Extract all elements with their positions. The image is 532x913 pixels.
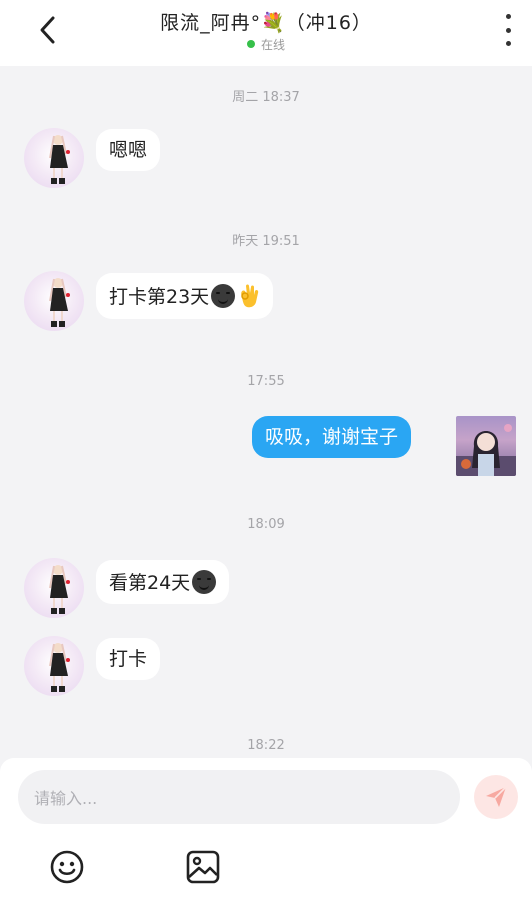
user-avatar[interactable]	[456, 416, 516, 476]
timestamp: 周二 18:37	[232, 90, 300, 105]
contact-avatar[interactable]	[24, 128, 84, 188]
anime-girl-avatar-icon	[49, 135, 70, 184]
message-text: 打卡	[109, 648, 148, 670]
message-text: 打卡第23天	[109, 286, 210, 308]
timestamp: 17:55	[247, 374, 285, 389]
anime-girl-avatar-icon	[456, 424, 516, 476]
chat-title: 限流_阿冉°💐（冲16）	[160, 12, 372, 34]
message-bubble-incoming[interactable]: 嗯嗯	[96, 129, 161, 171]
message-text: 嗯嗯	[109, 139, 148, 161]
message-text: 看第24天	[109, 572, 191, 594]
timestamp: 18:09	[247, 517, 285, 532]
chat-header: 限流_阿冉°💐（冲16） 在线	[0, 0, 532, 66]
dark-moon-face-emoji	[192, 570, 217, 594]
anime-girl-avatar-icon	[49, 278, 70, 327]
ok-hand-emoji	[241, 284, 259, 308]
anime-girl-avatar-icon	[49, 643, 70, 692]
message-input[interactable]: 请输入...	[18, 770, 460, 824]
message-list[interactable]: 周二 18:37 嗯嗯 昨天 19:51 打卡第23天 17:55 吸吸，谢谢宝…	[0, 66, 532, 758]
more-dot-icon	[505, 41, 511, 46]
timestamp: 昨天 19:51	[232, 234, 300, 249]
online-status: 在线	[0, 36, 532, 53]
more-dot-icon	[505, 14, 511, 19]
message-bubble-incoming[interactable]: 打卡	[96, 638, 161, 680]
timestamp: 18:22	[247, 738, 285, 753]
emoji-icon	[50, 850, 84, 884]
message-composer: 请输入...	[0, 758, 532, 913]
online-dot-icon	[246, 40, 255, 48]
send-button[interactable]	[474, 775, 518, 819]
message-input-placeholder: 请输入...	[34, 789, 98, 808]
more-dot-icon	[505, 27, 511, 33]
image-button[interactable]	[185, 849, 221, 885]
anime-girl-avatar-icon	[49, 565, 70, 614]
emoji-button[interactable]	[49, 849, 85, 885]
dark-moon-face-emoji	[211, 284, 236, 308]
message-bubble-outgoing[interactable]: 吸吸，谢谢宝子	[252, 416, 412, 458]
message-bubble-incoming[interactable]: 打卡第23天	[96, 273, 274, 319]
contact-avatar[interactable]	[24, 636, 84, 696]
contact-avatar[interactable]	[24, 271, 84, 331]
online-status-text: 在线	[260, 38, 285, 52]
image-icon	[186, 850, 220, 884]
message-bubble-incoming[interactable]: 看第24天	[96, 560, 230, 604]
send-icon	[486, 786, 507, 807]
more-options-button[interactable]	[496, 14, 520, 46]
contact-avatar[interactable]	[24, 558, 84, 618]
message-text: 吸吸，谢谢宝子	[265, 426, 399, 448]
